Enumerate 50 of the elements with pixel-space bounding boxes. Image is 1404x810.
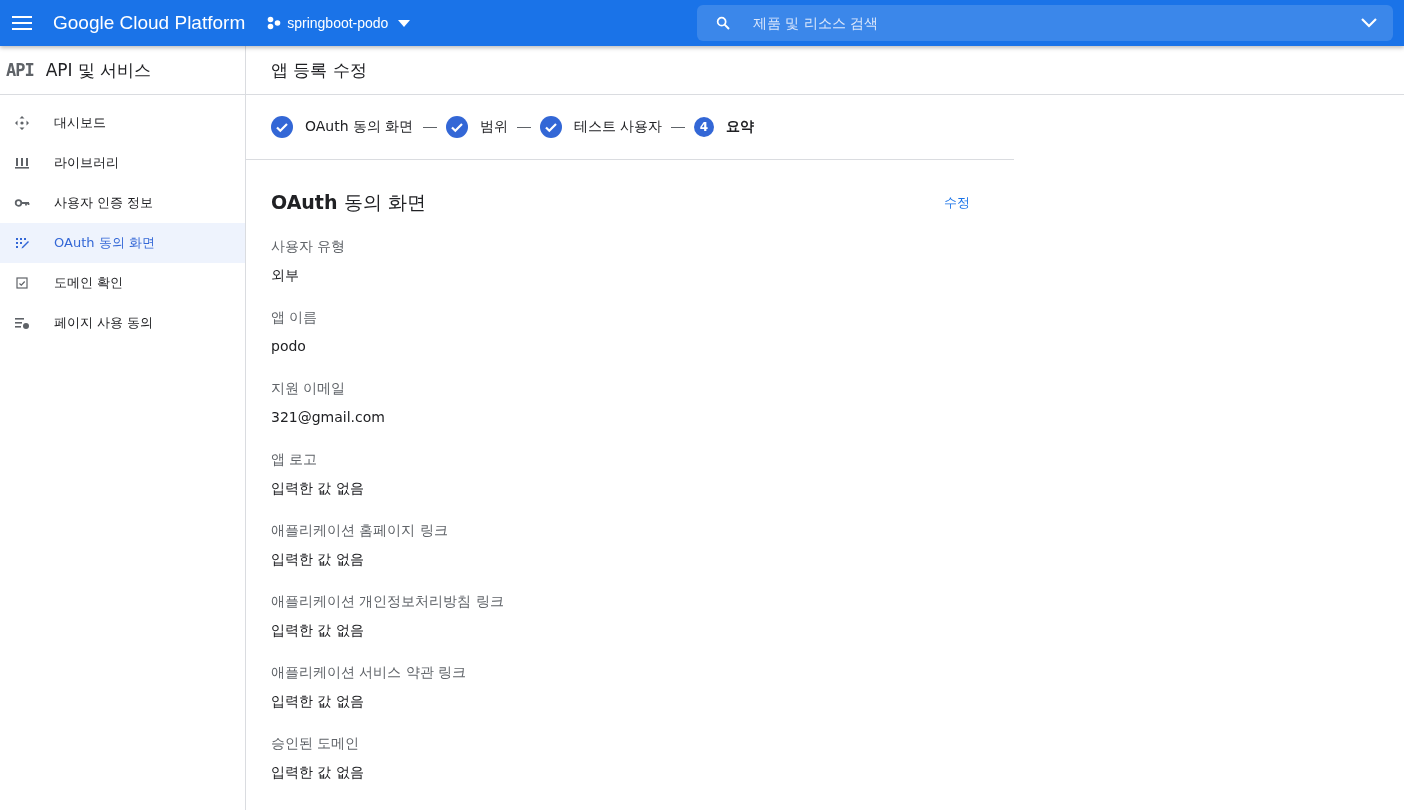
settings-list-icon [14, 315, 30, 331]
field-label: 승인된 도메인 [271, 734, 361, 753]
dashboard-icon [14, 115, 30, 131]
stepper-step[interactable]: OAuth 동의 화면 [271, 116, 414, 138]
edit-link[interactable]: 수정 [944, 194, 970, 212]
check-circle-icon [271, 116, 293, 138]
sidebar-item[interactable]: 페이지 사용 동의 [0, 303, 245, 343]
search-field[interactable]: 제품 및 리소스 검색 [697, 5, 1393, 41]
stepper-step[interactable]: 범위 [445, 116, 508, 138]
menu-icon[interactable] [12, 16, 32, 30]
sidebar-item[interactable]: OAuth 동의 화면 [0, 223, 245, 263]
step-connector [670, 126, 685, 128]
field-label: 애플리케이션 서비스 약관 링크 [271, 663, 468, 682]
consent-grid-icon [14, 235, 30, 251]
sidebar-item[interactable]: 라이브러리 [0, 143, 245, 183]
stepper-step[interactable]: 4 요약 [693, 117, 754, 137]
field-value: 외부 [271, 266, 300, 285]
project-dots-icon [267, 16, 282, 30]
field-value: 입력한 값 없음 [271, 692, 365, 711]
chevron-down-icon [1361, 18, 1377, 28]
field-value: 입력한 값 없음 [271, 550, 365, 569]
step-connector [422, 126, 437, 128]
section-title: OAuth 동의 화면 [271, 190, 426, 215]
api-logo: API [6, 60, 34, 80]
field-value: 321@gmail.com [271, 408, 386, 427]
check-circle-icon [539, 116, 562, 138]
field-value: 입력한 값 없음 [271, 479, 365, 498]
checkbox-icon [14, 275, 30, 291]
field-value: 입력한 값 없음 [271, 621, 365, 640]
dropdown-caret-icon [398, 19, 411, 27]
project-selector[interactable]: springboot-podo [267, 15, 411, 31]
field-label: 앱 로고 [271, 450, 319, 469]
step-connector [516, 126, 531, 128]
stepper-step[interactable]: 테스트 사용자 [539, 116, 662, 138]
step-number: 4 [693, 117, 714, 137]
sidebar-item[interactable]: 대시보드 [0, 103, 245, 143]
page-title: 앱 등록 수정 [271, 58, 367, 82]
field-label: 앱 이름 [271, 308, 319, 327]
sidebar-title: API 및 서비스 [45, 58, 152, 82]
field-label: 애플리케이션 홈페이지 링크 [271, 521, 449, 540]
product-name[interactable]: Google Cloud Platform [53, 12, 246, 34]
field-value: 입력한 값 없음 [271, 763, 365, 782]
field-value: podo [271, 337, 307, 356]
check-circle-icon [445, 116, 468, 138]
field-label: 사용자 유형 [271, 237, 347, 256]
library-icon [14, 155, 30, 171]
field-label: 애플리케이션 개인정보처리방침 링크 [271, 592, 505, 611]
field-label: 지원 이메일 [271, 379, 347, 398]
sidebar-item[interactable]: 사용자 인증 정보 [0, 183, 245, 223]
sidebar-item[interactable]: 도메인 확인 [0, 263, 245, 303]
